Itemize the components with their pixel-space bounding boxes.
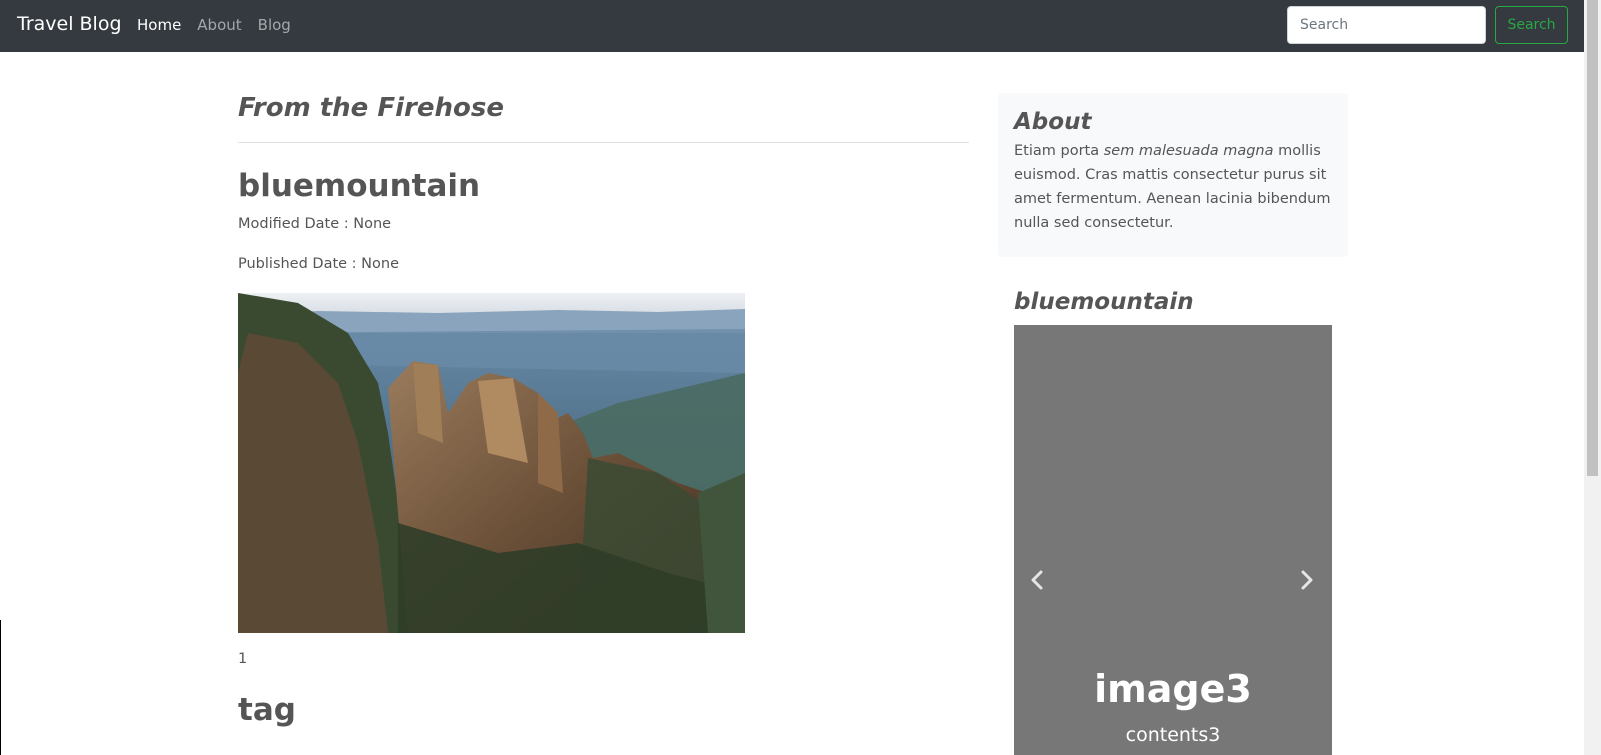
carousel-prev-button[interactable] <box>1022 565 1052 595</box>
nav-link-home[interactable]: Home <box>137 16 181 34</box>
carousel-caption-text: contents3 <box>1125 724 1221 746</box>
carousel-title: bluemountain <box>1014 289 1194 315</box>
page-scrollbar[interactable] <box>1584 0 1601 755</box>
carousel-caption-title: image3 <box>1094 667 1252 711</box>
chevron-right-icon <box>1301 570 1313 590</box>
tag-heading: tag <box>238 692 296 728</box>
post-title[interactable]: bluemountain <box>238 168 480 204</box>
section-heading: From the Firehose <box>238 93 504 123</box>
search-input[interactable] <box>1287 6 1486 44</box>
chevron-left-icon <box>1031 570 1043 590</box>
nav-link-about[interactable]: About <box>197 16 241 34</box>
about-text: Etiam porta sem malesuada magna mollis e… <box>1014 139 1332 235</box>
published-date: Published Date : None <box>238 256 400 272</box>
nav-link-blog[interactable]: Blog <box>258 16 291 34</box>
about-title: About <box>1014 109 1092 135</box>
window-edge <box>0 620 1 755</box>
nav-links: Home About Blog <box>137 16 291 34</box>
modified-date: Modified Date : None <box>238 216 392 232</box>
about-text-start: Etiam porta <box>1014 143 1104 159</box>
heading-divider <box>238 142 969 143</box>
search-button[interactable]: Search <box>1495 6 1568 44</box>
about-panel: About Etiam porta sem malesuada magna mo… <box>998 93 1348 257</box>
mountain-landscape-photo <box>238 293 745 633</box>
top-navbar: Travel Blog Home About Blog Search <box>0 0 1584 52</box>
carousel-next-button[interactable] <box>1292 565 1322 595</box>
post-count: 1 <box>238 651 248 667</box>
image-carousel: image3 contents3 <box>1014 325 1332 755</box>
about-text-emphasis: sem malesuada magna <box>1103 143 1274 159</box>
post-image <box>238 293 745 633</box>
brand-link[interactable]: Travel Blog <box>17 13 122 35</box>
scrollbar-thumb[interactable] <box>1587 0 1598 476</box>
